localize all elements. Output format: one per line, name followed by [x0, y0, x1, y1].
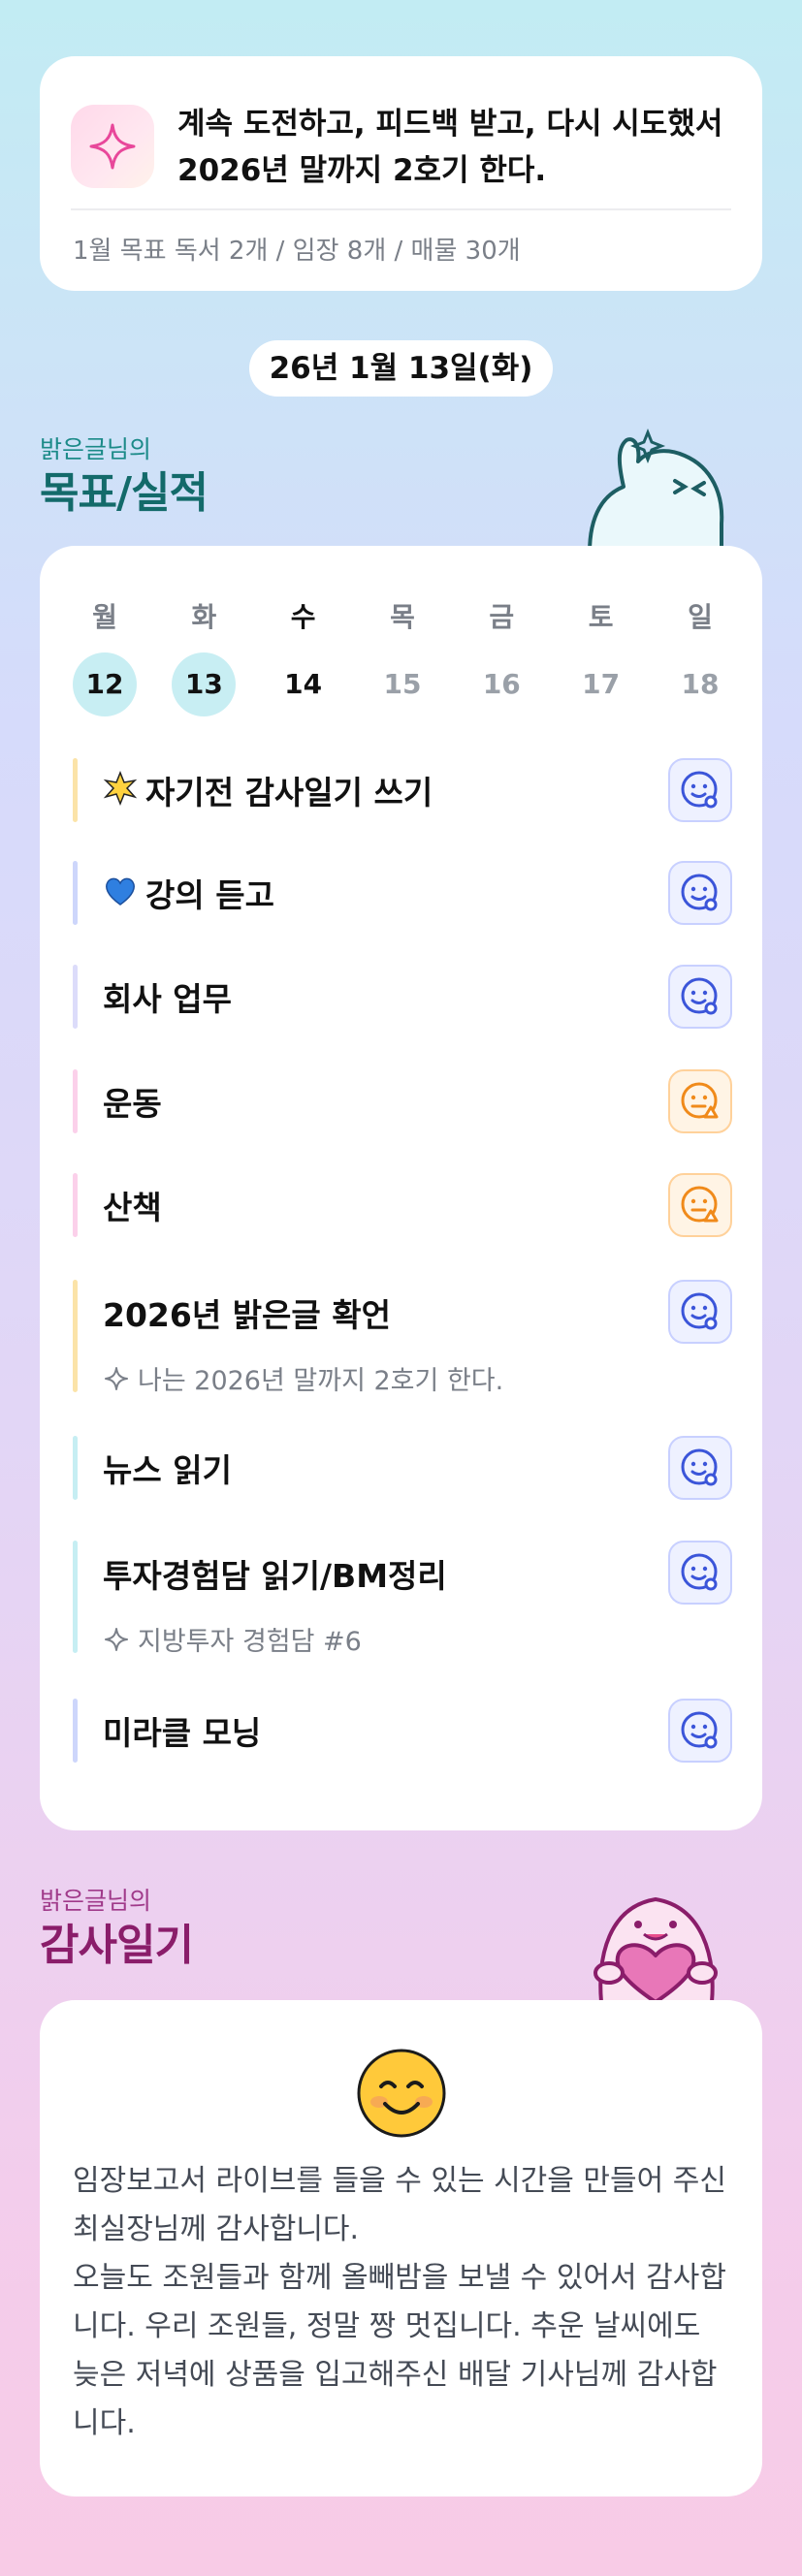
task-row[interactable]: 뉴스 읽기: [73, 1436, 732, 1500]
task-label: 운동: [103, 1085, 162, 1123]
task-row[interactable]: 운동: [73, 1069, 732, 1133]
task-color-bar: [73, 1541, 78, 1653]
status-neutral-icon[interactable]: [668, 1173, 732, 1237]
date-chip[interactable]: 15: [370, 652, 434, 716]
task-color-bar: [73, 758, 78, 822]
task-row[interactable]: 자기전 감사일기 쓰기: [73, 758, 732, 822]
date-chip[interactable]: 16: [469, 652, 533, 716]
sparkle-emoji-icon: [103, 770, 138, 811]
status-smile-icon[interactable]: [668, 1699, 732, 1763]
divider: [71, 208, 731, 210]
date-chip[interactable]: 13: [172, 652, 237, 716]
weekday-label: 토: [588, 601, 614, 633]
character-pointing-icon: [588, 428, 724, 553]
task-label: 산책: [103, 1189, 162, 1226]
goals-section-title: 목표/실적: [40, 468, 209, 518]
task-note: 지방투자 경험담 #6: [138, 1627, 362, 1657]
weekday-label: 월: [92, 601, 117, 633]
status-smile-icon[interactable]: [668, 861, 732, 925]
weekday-label: 금: [489, 601, 515, 633]
task-row[interactable]: 2026년 밝은글 확언 나는 2026년 말까지 2호기 한다.: [73, 1280, 732, 1396]
task-color-bar: [73, 1173, 78, 1237]
task-color-bar: [73, 1280, 78, 1392]
date-chip[interactable]: 17: [569, 652, 633, 716]
smiling-face-emoji-icon: [357, 2049, 446, 2138]
weekday-label: 목: [390, 601, 415, 633]
gratitude-text: 임장보고서 라이브를 들을 수 있는 시간을 만들어 주신 최실장님께 감사합니…: [73, 2164, 726, 2440]
weekday-label: 수: [290, 601, 316, 633]
status-smile-icon[interactable]: [668, 1436, 732, 1500]
task-label: 미라클 모닝: [103, 1714, 262, 1752]
gratitude-card: 임장보고서 라이브를 들을 수 있는 시간을 만들어 주신 최실장님께 감사합니…: [40, 2000, 762, 2496]
gratitude-section-title: 감사일기: [40, 1921, 194, 1970]
task-color-bar: [73, 965, 78, 1029]
task-color-bar: [73, 1436, 78, 1500]
task-row[interactable]: 산책: [73, 1173, 732, 1237]
task-label: 뉴스 읽기: [103, 1451, 232, 1489]
task-color-bar: [73, 1699, 78, 1763]
tracker-card: 월 화 수 목 금 토 일 12 13 14 15 16 17 18 자기전 감…: [40, 546, 762, 1830]
status-smile-icon[interactable]: [668, 1280, 732, 1344]
goal-statement: 계속 도전하고, 피드백 받고, 다시 시도했서 2026년 말까지 2호기 한…: [177, 107, 723, 188]
task-label: 회사 업무: [103, 980, 232, 1018]
character-heart-icon: [593, 1897, 718, 2002]
sparkle-icon: [71, 105, 154, 188]
monthly-goal: 1월 목표 독서 2개 / 임장 8개 / 매물 30개: [73, 237, 521, 266]
status-smile-icon[interactable]: [668, 758, 732, 822]
week-date-strip: 12 13 14 15 16 17 18: [73, 652, 732, 716]
status-smile-icon[interactable]: [668, 1541, 732, 1605]
task-row[interactable]: 미라클 모닝: [73, 1699, 732, 1763]
date-selector[interactable]: 26년 1월 13일(화): [249, 340, 553, 397]
weekday-label: 일: [688, 601, 713, 633]
sparkle-outline-icon: [105, 1627, 128, 1651]
task-row[interactable]: 강의 듣고: [73, 861, 732, 925]
date-chip[interactable]: 18: [668, 652, 732, 716]
status-smile-icon[interactable]: [668, 965, 732, 1029]
task-color-bar: [73, 861, 78, 925]
sparkle-outline-icon: [105, 1366, 128, 1390]
status-neutral-icon[interactable]: [668, 1069, 732, 1133]
task-note: 나는 2026년 말까지 2호기 한다.: [138, 1366, 504, 1396]
task-color-bar: [73, 1069, 78, 1133]
date-chip[interactable]: 14: [272, 652, 336, 716]
task-label: 투자경험담 읽기/BM정리: [103, 1557, 447, 1595]
weekday-label: 화: [191, 601, 217, 633]
blue-heart-emoji-icon: [103, 874, 138, 913]
goal-card: 계속 도전하고, 피드백 받고, 다시 시도했서 2026년 말까지 2호기 한…: [40, 56, 762, 291]
task-label: 자기전 감사일기 쓰기: [145, 774, 433, 811]
weekday-header: 월 화 수 목 금 토 일: [73, 596, 732, 635]
task-label: 2026년 밝은글 확언: [103, 1296, 391, 1334]
task-row[interactable]: 투자경험담 읽기/BM정리 지방투자 경험담 #6: [73, 1541, 732, 1657]
task-row[interactable]: 회사 업무: [73, 965, 732, 1029]
task-label: 강의 듣고: [145, 876, 274, 914]
date-chip[interactable]: 12: [73, 652, 137, 716]
